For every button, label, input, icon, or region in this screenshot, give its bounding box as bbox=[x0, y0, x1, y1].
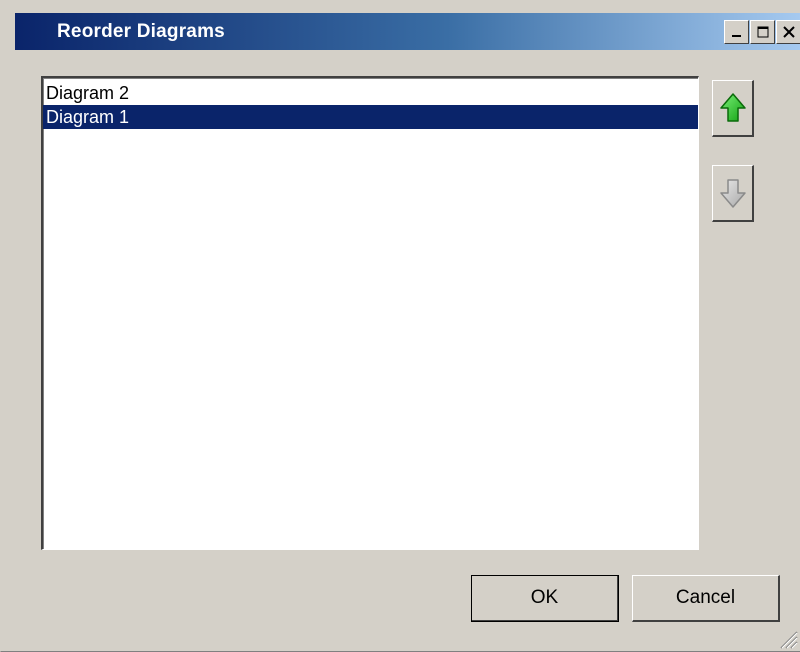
list-item-diagram-1[interactable]: Diagram 1 bbox=[43, 105, 698, 129]
move-up-button[interactable] bbox=[712, 80, 754, 137]
gray-down-arrow-icon bbox=[719, 179, 746, 208]
move-down-button[interactable] bbox=[712, 165, 754, 222]
window-controls bbox=[724, 20, 800, 44]
minimize-button[interactable] bbox=[724, 20, 749, 44]
diagram-list[interactable]: Diagram 2 Diagram 1 bbox=[41, 76, 699, 550]
list-item-diagram-2[interactable]: Diagram 2 bbox=[43, 81, 698, 105]
minimize-icon bbox=[731, 35, 741, 37]
list-item-label: Diagram 1 bbox=[46, 107, 130, 127]
close-button[interactable] bbox=[776, 20, 800, 44]
window-title: Reorder Diagrams bbox=[57, 21, 225, 42]
maximize-button[interactable] bbox=[750, 20, 775, 44]
green-up-arrow-icon bbox=[719, 93, 746, 122]
reorder-diagrams-dialog: Reorder Diagrams Diagram 2 Diagram 1 OK … bbox=[0, 0, 800, 652]
title-bar[interactable]: Reorder Diagrams bbox=[15, 13, 800, 50]
resize-grip-icon[interactable] bbox=[776, 627, 798, 649]
maximize-icon bbox=[757, 26, 768, 38]
close-icon bbox=[782, 26, 795, 38]
list-item-label: Diagram 2 bbox=[46, 83, 130, 103]
ok-button[interactable]: OK bbox=[471, 575, 619, 622]
cancel-button[interactable]: Cancel bbox=[632, 575, 780, 622]
